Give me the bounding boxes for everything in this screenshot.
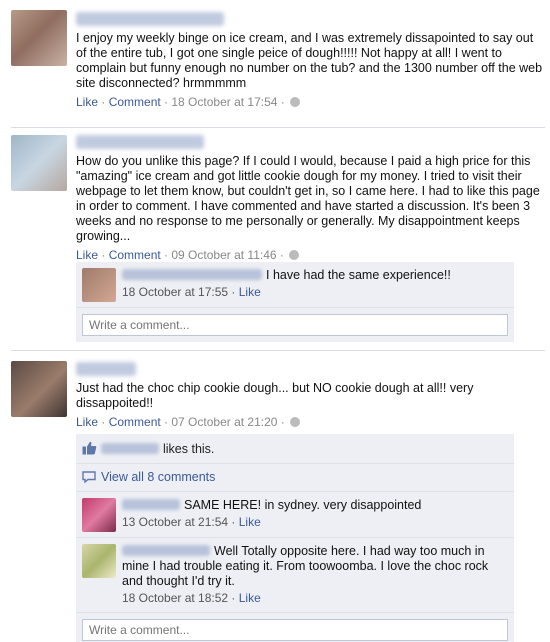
commenter-name[interactable] bbox=[122, 269, 262, 280]
write-comment-row bbox=[76, 308, 514, 342]
post-actions: Like · Comment · 09 October at 11:46 · bbox=[76, 248, 544, 263]
like-link[interactable]: Like bbox=[76, 95, 98, 109]
commenter-name[interactable] bbox=[122, 545, 210, 556]
timestamp[interactable]: 18 October at 17:54 bbox=[171, 95, 277, 109]
avatar[interactable] bbox=[11, 361, 67, 417]
post-text: How do you unlike this page? If I could … bbox=[76, 154, 540, 243]
write-comment-input[interactable] bbox=[82, 314, 508, 336]
like-link[interactable]: Like bbox=[76, 415, 98, 429]
timestamp[interactable]: 07 October at 21:20 bbox=[171, 415, 277, 429]
post-actions: Like · Comment · 07 October at 21:20 · bbox=[76, 415, 544, 430]
comment-like-link[interactable]: Like bbox=[239, 285, 261, 299]
globe-icon bbox=[290, 97, 301, 107]
comment-meta: 18 October at 18:52 · Like bbox=[122, 591, 261, 605]
write-comment-input[interactable] bbox=[82, 619, 508, 641]
comment-text: SAME HERE! in sydney. very disappointed bbox=[122, 498, 506, 513]
comment-timestamp[interactable]: 18 October at 17:55 bbox=[122, 285, 228, 299]
comment-like-link[interactable]: Like bbox=[239, 591, 261, 605]
globe-icon bbox=[289, 250, 300, 260]
globe-icon bbox=[290, 417, 301, 427]
comment-like-link[interactable]: Like bbox=[239, 515, 261, 529]
liker-name[interactable] bbox=[101, 443, 159, 454]
comment-link[interactable]: Comment bbox=[109, 415, 161, 429]
comment: I have had the same experience!! 18 Octo… bbox=[76, 262, 514, 308]
comment-timestamp[interactable]: 13 October at 21:54 bbox=[122, 515, 228, 529]
avatar[interactable] bbox=[11, 135, 67, 191]
comment-meta: 13 October at 21:54 · Like bbox=[122, 515, 261, 529]
write-comment-row bbox=[76, 613, 514, 642]
timestamp[interactable]: 09 October at 11:46 bbox=[171, 248, 276, 262]
view-all-comments-link[interactable]: View all 8 comments bbox=[76, 464, 514, 492]
comment-text: I have had the same experience!! bbox=[122, 268, 506, 283]
post-1: I enjoy my weekly binge on ice cream, an… bbox=[0, 0, 550, 122]
comment-timestamp[interactable]: 18 October at 18:52 bbox=[122, 591, 228, 605]
commenter-avatar[interactable] bbox=[82, 544, 116, 578]
likes-row: likes this. bbox=[76, 434, 514, 464]
commenter-name[interactable] bbox=[122, 499, 180, 510]
comment: SAME HERE! in sydney. very disappointed … bbox=[76, 492, 514, 538]
comment-link[interactable]: Comment bbox=[109, 95, 161, 109]
post-text: Just had the choc chip cookie dough... b… bbox=[76, 381, 474, 410]
thumbs-up-icon[interactable] bbox=[82, 441, 97, 455]
like-link[interactable]: Like bbox=[76, 248, 98, 262]
author-name[interactable] bbox=[76, 362, 136, 376]
comment-link[interactable]: Comment bbox=[109, 248, 161, 262]
speech-bubble-icon bbox=[82, 471, 96, 483]
comments-box: likes this. View all 8 comments SAME HER… bbox=[76, 434, 514, 642]
comments-box: I have had the same experience!! 18 Octo… bbox=[76, 262, 514, 342]
comment: Well Totally opposite here. I had way to… bbox=[76, 538, 514, 613]
author-name[interactable] bbox=[76, 135, 204, 149]
post-actions: Like · Comment · 18 October at 17:54 · bbox=[76, 95, 544, 110]
view-all-comments-label: View all 8 comments bbox=[101, 470, 216, 484]
likes-text: likes this. bbox=[163, 442, 215, 456]
commenter-avatar[interactable] bbox=[82, 268, 116, 302]
author-name[interactable] bbox=[76, 12, 224, 26]
post-3: Just had the choc chip cookie dough... b… bbox=[0, 351, 550, 431]
avatar[interactable] bbox=[11, 10, 67, 66]
comment-meta: 18 October at 17:55 · Like bbox=[122, 285, 261, 299]
comment-text: Well Totally opposite here. I had way to… bbox=[122, 544, 489, 588]
commenter-avatar[interactable] bbox=[82, 498, 116, 532]
post-text: I enjoy my weekly binge on ice cream, an… bbox=[76, 31, 543, 90]
